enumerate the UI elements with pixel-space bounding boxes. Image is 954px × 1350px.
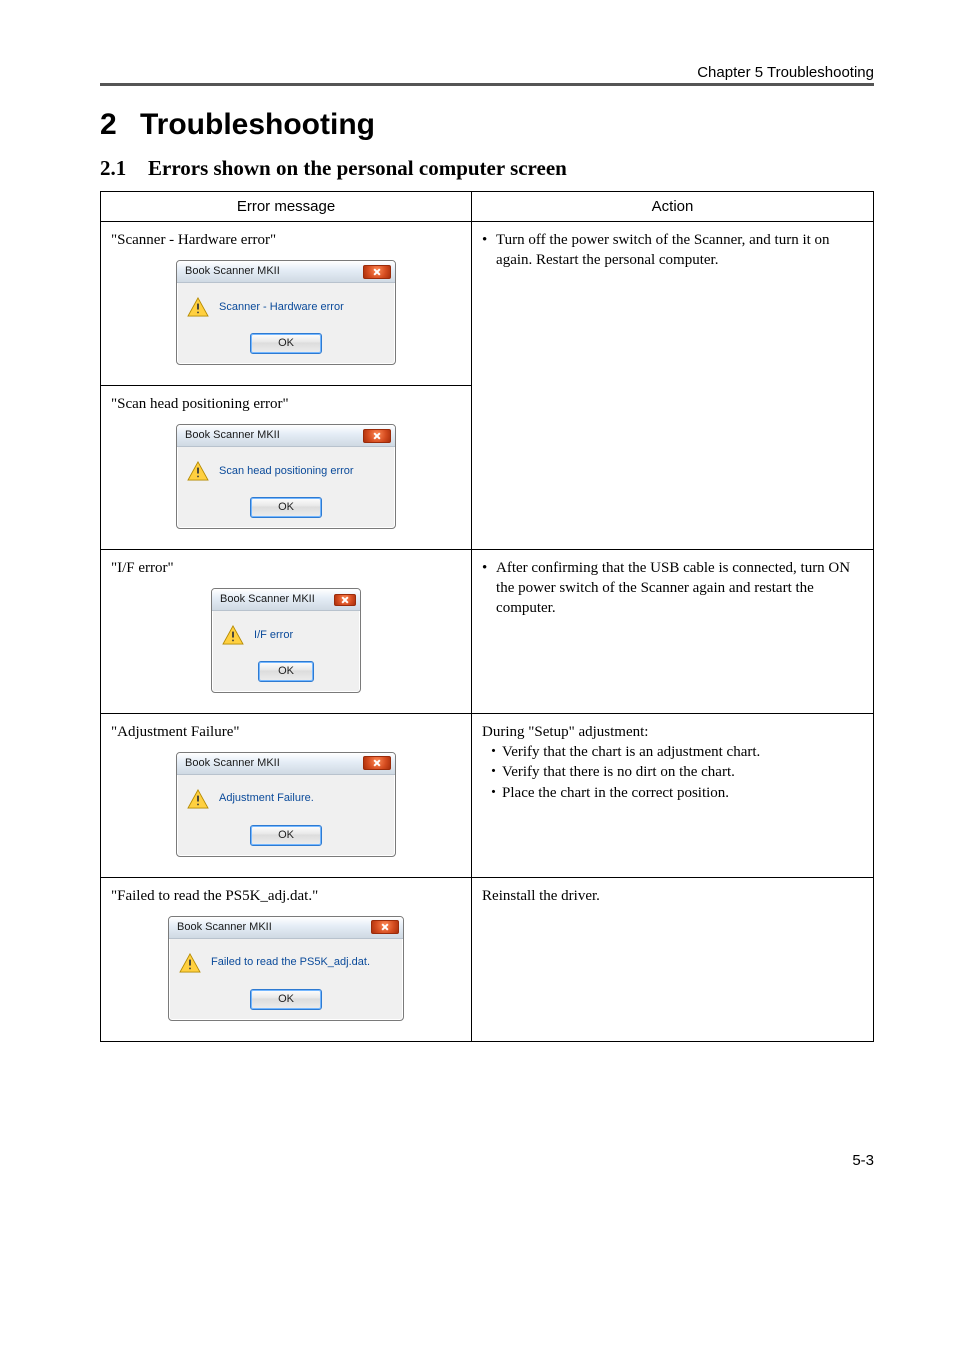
action-intro: During "Setup" adjustment: [482,722,863,742]
subsection-number: 2.1 [100,156,148,181]
col-error-header: Error message [101,192,472,222]
dialog-message: I/F error [254,628,293,643]
dialog-adjustment-failure: Book Scanner MKII Adjustment Failure. OK [176,752,396,857]
page-number: 5-3 [100,1152,874,1169]
dialog-title: Book Scanner MKII [185,428,280,443]
dialog-message: Adjustment Failure. [219,791,314,806]
dialog-failed-read: Book Scanner MKII Failed to read the PS5… [168,916,404,1021]
dialog-title: Book Scanner MKII [177,920,272,935]
action-bullet: Verify that the chart is an adjustment c… [482,742,863,762]
dialog-message: Scan head positioning error [219,464,354,479]
section-heading: 2Troubleshooting [100,108,874,142]
dialog-title: Book Scanner MKII [185,264,280,279]
table-row: "Scanner - Hardware error" Book Scanner … [101,222,874,386]
ok-button[interactable]: OK [250,989,322,1010]
error-label: "Adjustment Failure" [111,722,461,742]
close-icon[interactable] [334,594,356,606]
close-icon[interactable] [363,756,391,770]
ok-button[interactable]: OK [250,333,322,354]
dialog-message: Failed to read the PS5K_adj.dat. [211,955,370,970]
ok-button[interactable]: OK [250,497,322,518]
section-number: 2 [100,108,140,142]
action-bullet: Verify that there is no dirt on the char… [482,762,863,782]
dialog-scanhead-error: Book Scanner MKII Scan head positioning … [176,424,396,529]
dialog-if-error: Book Scanner MKII I/F error OK [211,588,361,693]
dialog-title: Book Scanner MKII [185,756,280,771]
table-row: "I/F error" Book Scanner MKII I/F error [101,549,874,713]
action-text: After confirming that the USB cable is c… [482,558,863,619]
table-row: "Failed to read the PS5K_adj.dat." Book … [101,877,874,1041]
subsection-heading: 2.1Errors shown on the personal computer… [100,156,874,181]
warning-icon [179,953,201,973]
error-label: "Scan head positioning error" [111,394,461,414]
error-label: "Scanner - Hardware error" [111,230,461,250]
ok-button[interactable]: OK [258,661,314,682]
section-title: Troubleshooting [140,108,375,141]
chapter-header: Chapter 5 Troubleshooting [100,64,874,81]
warning-icon [187,461,209,481]
warning-icon [187,297,209,317]
warning-icon [222,625,244,645]
dialog-hardware-error: Book Scanner MKII Scanner - Hardware err… [176,260,396,365]
table-row: "Adjustment Failure" Book Scanner MKII A… [101,713,874,877]
ok-button[interactable]: OK [250,825,322,846]
dialog-message: Scanner - Hardware error [219,300,344,315]
action-text: Reinstall the driver. [482,886,863,906]
dialog-title: Book Scanner MKII [220,592,315,607]
error-label: "I/F error" [111,558,461,578]
action-bullet: Place the chart in the correct position. [482,783,863,803]
action-text: Turn off the power switch of the Scanner… [482,230,863,271]
warning-icon [187,789,209,809]
close-icon[interactable] [363,265,391,279]
subsection-title: Errors shown on the personal computer sc… [148,156,567,180]
troubleshooting-table: Error message Action "Scanner - Hardware… [100,191,874,1042]
error-label: "Failed to read the PS5K_adj.dat." [111,886,461,906]
col-action-header: Action [472,192,874,222]
close-icon[interactable] [363,429,391,443]
close-icon[interactable] [371,920,399,934]
